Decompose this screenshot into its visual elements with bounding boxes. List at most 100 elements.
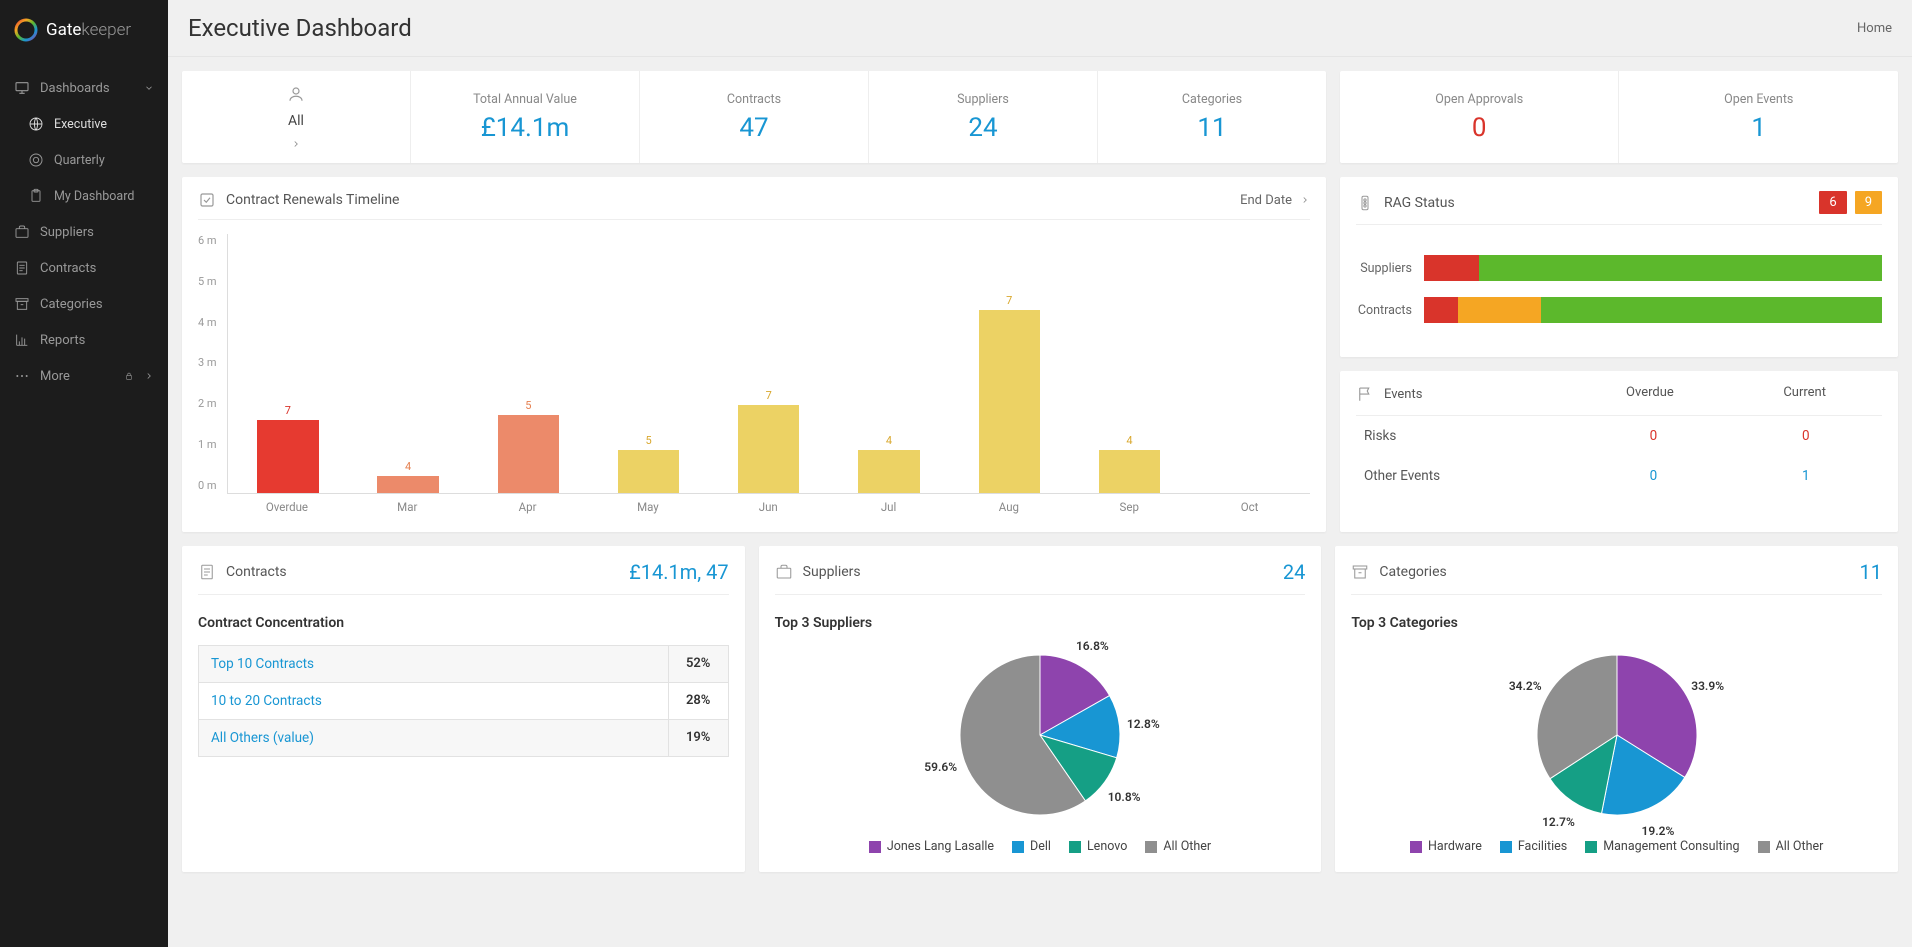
bar-col[interactable]: 7 (960, 234, 1059, 493)
monitor-icon (14, 80, 30, 96)
bar-col[interactable]: 4 (359, 234, 458, 493)
card-categories: Categories 11 Top 3 Categories 33.9%19.2… (1335, 546, 1898, 872)
legend-item[interactable]: Management Consulting (1585, 839, 1739, 854)
legend-item[interactable]: Lenovo (1069, 839, 1127, 854)
sidebar-item-categories[interactable]: Categories (0, 286, 168, 322)
logo[interactable]: Gatekeeper (0, 0, 168, 60)
checkbox-icon (198, 191, 216, 209)
bar-col[interactable]: 7 (719, 234, 818, 493)
subhead: Top 3 Categories (1351, 609, 1882, 645)
chart-icon (14, 332, 30, 348)
filter-label: All (288, 113, 304, 129)
lock-icon (124, 371, 134, 381)
sidebar-item-executive[interactable]: Executive (0, 106, 168, 142)
pie-suppliers: 16.8%12.8%10.8%59.6% (950, 645, 1130, 825)
briefcase-icon (14, 224, 30, 240)
metric-total-annual-value[interactable]: Total Annual Value£14.1m (410, 71, 639, 163)
sidebar-item-more[interactable]: More (0, 358, 168, 394)
nav-label: Executive (54, 117, 107, 132)
archive-icon (1351, 563, 1369, 581)
bar-col[interactable] (1200, 234, 1299, 493)
card-stat: £14.1m, 47 (629, 560, 729, 584)
rag-row: Contracts (1356, 297, 1882, 323)
chevron-right-icon (1300, 195, 1310, 205)
x-label: Overdue (237, 500, 336, 514)
x-label: May (598, 500, 697, 514)
sidebar: Gatekeeper Dashboards Executive Quarterl… (0, 0, 168, 947)
sort-dropdown[interactable]: End Date (1240, 193, 1310, 208)
rag-row: Suppliers (1356, 255, 1882, 281)
bar-col[interactable]: 4 (839, 234, 938, 493)
events-row[interactable]: Other Events01 (1356, 456, 1882, 496)
chevron-right-icon (291, 139, 301, 149)
x-label: Mar (358, 500, 457, 514)
legend-item[interactable]: All Other (1758, 839, 1824, 854)
home-link[interactable]: Home (1857, 21, 1892, 36)
card-rag-status: RAG Status 6 9 Suppliers Contracts (1340, 177, 1898, 357)
rag-bar[interactable] (1424, 255, 1882, 281)
legend-item[interactable]: Hardware (1410, 839, 1482, 854)
nav-label: Suppliers (40, 225, 94, 240)
pie-label: 19.2% (1642, 824, 1675, 838)
flag-icon (1356, 385, 1374, 403)
concentration-table: Top 10 Contracts52%10 to 20 Contracts28%… (198, 645, 729, 757)
card-suppliers: Suppliers 24 Top 3 Suppliers 16.8%12.8%1… (759, 546, 1322, 872)
sidebar-item-quarterly[interactable]: Quarterly (0, 142, 168, 178)
clipboard-icon (28, 188, 44, 204)
bar-col[interactable]: 5 (599, 234, 698, 493)
chevron-down-icon (144, 83, 154, 93)
logo-text: Gatekeeper (46, 20, 131, 40)
chevron-right-icon (144, 371, 154, 381)
target-icon (28, 152, 44, 168)
pie-label: 34.2% (1509, 679, 1542, 693)
card-title-text: Contracts (226, 564, 287, 580)
pie-label: 59.6% (924, 760, 957, 774)
badge-orange[interactable]: 9 (1855, 191, 1882, 214)
rag-bar[interactable] (1424, 297, 1882, 323)
nav-label: Quarterly (54, 153, 105, 168)
table-row[interactable]: All Others (value)19% (199, 719, 728, 756)
pie-label: 33.9% (1691, 679, 1724, 693)
sidebar-item-my-dashboard[interactable]: My Dashboard (0, 178, 168, 214)
table-row[interactable]: Top 10 Contracts52% (199, 646, 728, 682)
card-title-text: Suppliers (803, 564, 861, 580)
legend-item[interactable]: Facilities (1500, 839, 1567, 854)
metric-categories[interactable]: Categories11 (1097, 71, 1326, 163)
metric-open-events[interactable]: Open Events1 (1618, 71, 1898, 163)
bar-col[interactable]: 5 (479, 234, 578, 493)
main: Executive Dashboard Home All Total Annua… (168, 0, 1912, 947)
filter-button[interactable]: All (182, 71, 410, 163)
pie-label: 10.8% (1108, 790, 1141, 804)
badge-red[interactable]: 6 (1819, 191, 1846, 214)
user-icon (287, 85, 305, 103)
events-row[interactable]: Risks00 (1356, 416, 1882, 456)
logo-icon (14, 18, 38, 42)
metric-contracts[interactable]: Contracts47 (639, 71, 868, 163)
document-icon (14, 260, 30, 276)
nav-label: Contracts (40, 261, 96, 276)
briefcase-icon (775, 563, 793, 581)
archive-icon (14, 296, 30, 312)
x-label: Sep (1080, 500, 1179, 514)
sidebar-item-reports[interactable]: Reports (0, 322, 168, 358)
bar-col[interactable]: 4 (1080, 234, 1179, 493)
page-title: Executive Dashboard (188, 14, 412, 42)
card-title-text: RAG Status (1384, 195, 1455, 211)
bar-col[interactable]: 7 (238, 234, 337, 493)
sidebar-item-suppliers[interactable]: Suppliers (0, 214, 168, 250)
metric-suppliers[interactable]: Suppliers24 (868, 71, 1097, 163)
legend-item[interactable]: Jones Lang Lasalle (869, 839, 994, 854)
card-title-text: Categories (1379, 564, 1446, 580)
card-contracts: Contracts £14.1m, 47 Contract Concentrat… (182, 546, 745, 872)
nav-label: More (40, 369, 70, 384)
table-row[interactable]: 10 to 20 Contracts28% (199, 682, 728, 719)
sidebar-item-contracts[interactable]: Contracts (0, 250, 168, 286)
metrics-group-2: Open Approvals0 Open Events1 (1340, 71, 1898, 163)
nav-label: Categories (40, 297, 103, 312)
metric-open-approvals[interactable]: Open Approvals0 (1340, 71, 1619, 163)
traffic-light-icon (1356, 194, 1374, 212)
x-label: Apr (478, 500, 577, 514)
sidebar-item-dashboards[interactable]: Dashboards (0, 70, 168, 106)
legend-item[interactable]: Dell (1012, 839, 1051, 854)
legend-item[interactable]: All Other (1145, 839, 1211, 854)
